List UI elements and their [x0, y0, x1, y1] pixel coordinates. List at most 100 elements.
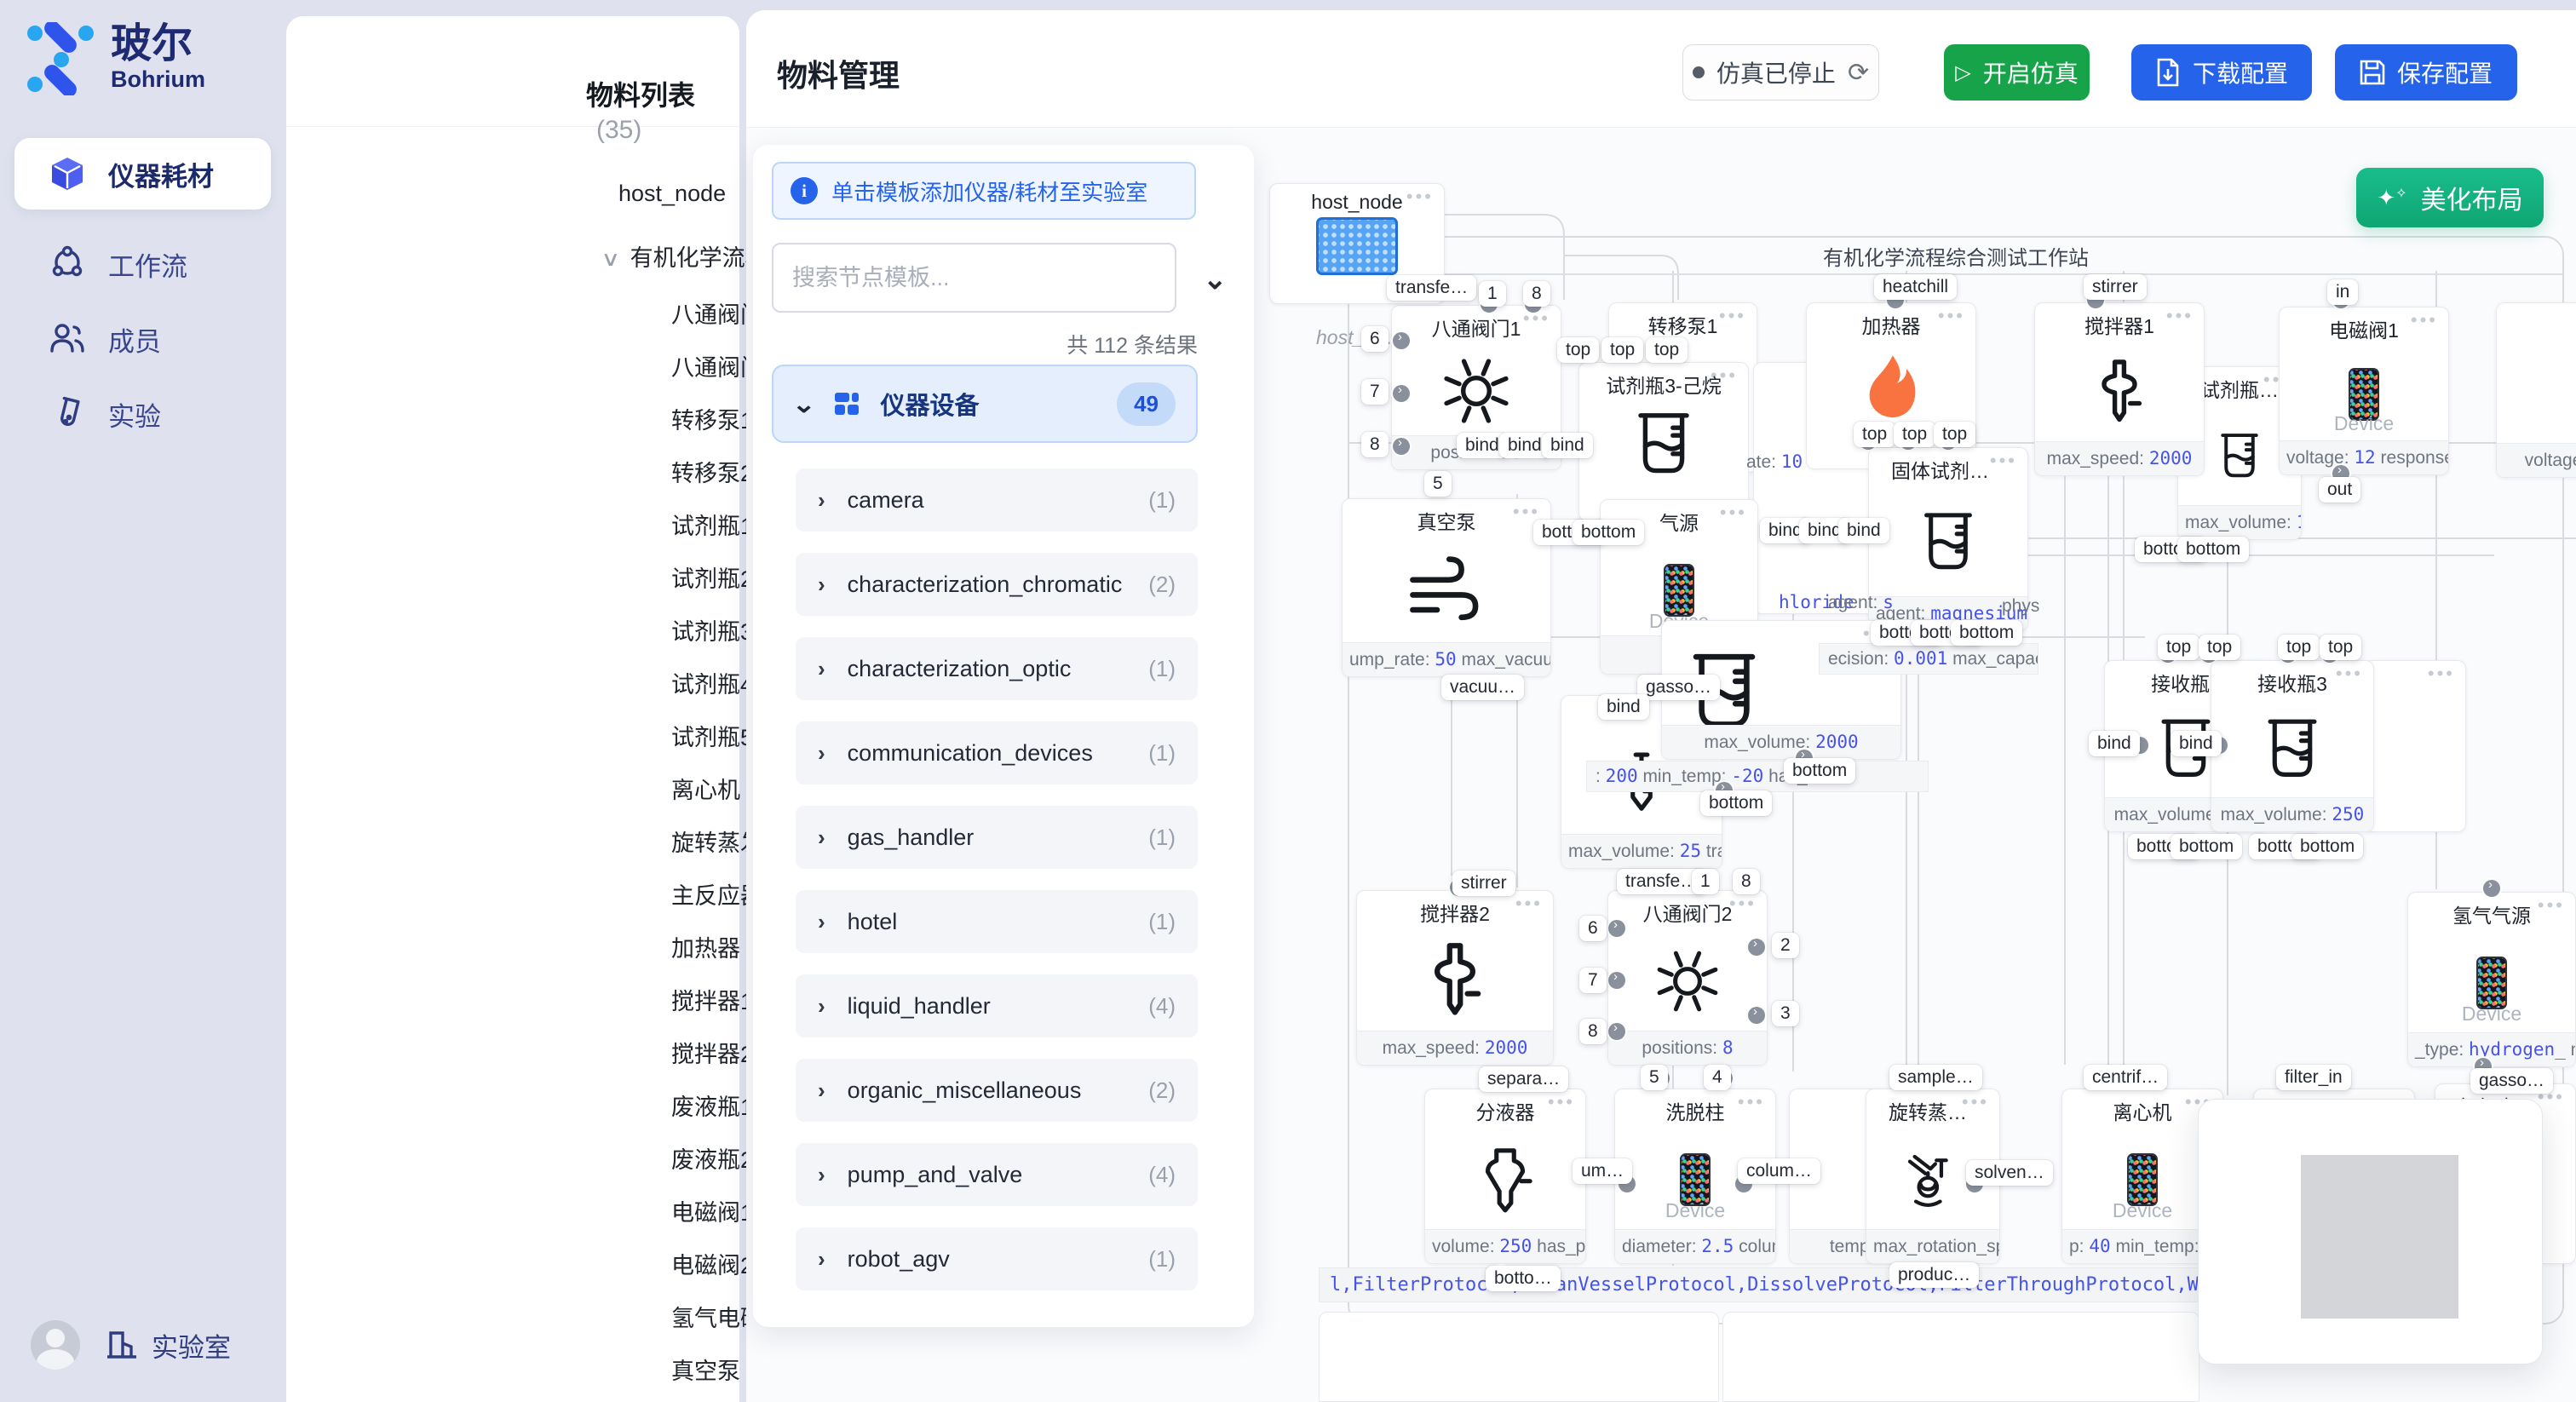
search-input[interactable]: [772, 243, 1176, 313]
sidebar-item-members[interactable]: 成员: [14, 303, 271, 375]
node-h2-gas-source[interactable]: •••氢气气源Device_type: hydrogen_ max_pre: [2407, 892, 2576, 1067]
sim-status-pill[interactable]: 仿真已停止 ⟳: [1682, 44, 1879, 101]
node-receiver-right[interactable]: •••: [2364, 660, 2466, 832]
chevron-down-icon[interactable]: ∨: [601, 247, 620, 272]
port-pill[interactable]: gasso…: [2470, 1068, 2553, 1094]
sidebar-item-experiments[interactable]: 实验: [14, 378, 271, 450]
node-receiver-3[interactable]: •••接收瓶3max_volume: 250: [2211, 660, 2374, 832]
port-pill[interactable]: 5: [1641, 1065, 1668, 1090]
port-pill[interactable]: top: [2158, 635, 2199, 660]
tree-root-host-node[interactable]: host_node: [618, 181, 726, 207]
port-handle-icon[interactable]: [1748, 939, 1765, 956]
partial-node-card[interactable]: [1319, 1312, 1719, 1402]
category-row-robot_agv[interactable]: › robot_agv (1): [796, 1227, 1198, 1290]
node-stirrer-2[interactable]: •••搅拌器2max_speed: 2000: [1356, 890, 1554, 1066]
device-group-header[interactable]: ⌄ 仪器设备 49: [772, 365, 1198, 443]
port-pill[interactable]: top: [1894, 422, 1935, 447]
port-pill[interactable]: top: [2320, 635, 2361, 660]
port-pill[interactable]: 2: [1772, 933, 1799, 958]
port-handle-icon[interactable]: [1393, 438, 1410, 455]
category-row-communication_devices[interactable]: › communication_devices (1): [796, 721, 1198, 784]
tree-item[interactable]: 离心机: [671, 772, 740, 805]
refresh-icon[interactable]: ⟳: [1848, 58, 1869, 88]
port-pill[interactable]: colum…: [1738, 1158, 1820, 1184]
port-pill[interactable]: 7: [1579, 968, 1607, 993]
port-pill[interactable]: bind: [1598, 694, 1649, 720]
port-pill[interactable]: bottom: [1784, 758, 1855, 784]
port-pill[interactable]: top: [1601, 337, 1643, 363]
category-row-liquid_handler[interactable]: › liquid_handler (4): [796, 974, 1198, 1037]
start-simulation-button[interactable]: ▷ 开启仿真: [1944, 44, 2090, 101]
port-pill[interactable]: bottom: [1573, 520, 1644, 545]
partial-node-card[interactable]: [1722, 1312, 2199, 1402]
port-pill[interactable]: filter_in: [2276, 1065, 2351, 1090]
category-row-characterization_chromatic[interactable]: › characterization_chromatic (2): [796, 553, 1198, 616]
sidebar-item-workflow[interactable]: 工作流: [14, 228, 271, 300]
port-pill[interactable]: 7: [1361, 379, 1389, 405]
port-pill[interactable]: bind: [2171, 731, 2222, 756]
tree-item[interactable]: 电磁阀2: [671, 1247, 753, 1280]
port-pill[interactable]: separa…: [1479, 1066, 1568, 1092]
port-pill[interactable]: 8: [1523, 281, 1550, 307]
port-pill[interactable]: top: [1646, 337, 1688, 363]
port-pill[interactable]: stirrer: [1452, 871, 1515, 896]
port-pill[interactable]: top: [1557, 337, 1599, 363]
port-handle-icon[interactable]: [1393, 332, 1410, 349]
port-pill[interactable]: 6: [1579, 916, 1607, 941]
port-pill[interactable]: transfe…: [1387, 275, 1476, 301]
port-pill[interactable]: top: [2199, 635, 2240, 660]
port-pill[interactable]: bind: [1542, 433, 1593, 458]
avatar[interactable]: [31, 1320, 80, 1370]
port-pill[interactable]: 8: [1579, 1019, 1607, 1044]
port-pill[interactable]: stirrer: [2084, 274, 2147, 300]
port-pill[interactable]: 3: [1772, 1001, 1799, 1026]
tree-item[interactable]: 真空泵: [671, 1353, 740, 1386]
port-pill[interactable]: botto…: [1486, 1266, 1561, 1291]
beautify-layout-button[interactable]: ✦✧ 美化布局: [2356, 168, 2544, 227]
port-pill[interactable]: bottom: [1700, 790, 1772, 816]
port-pill[interactable]: 1: [1479, 281, 1506, 307]
tree-item[interactable]: 电磁阀1: [671, 1194, 753, 1227]
port-pill[interactable]: 8: [1361, 432, 1389, 457]
tree-item[interactable]: 搅拌器2: [671, 1036, 753, 1069]
node-solenoid-2[interactable]: •••voltage: 12: [2496, 302, 2576, 478]
port-pill[interactable]: gasso…: [1637, 675, 1720, 700]
node-solenoid-1[interactable]: •••电磁阀1Devicevoltage: 12 response_time: …: [2279, 307, 2449, 475]
port-pill[interactable]: in: [2327, 279, 2358, 305]
port-pill[interactable]: 8: [1733, 869, 1760, 894]
port-pill[interactable]: produc…: [1889, 1262, 1979, 1288]
port-pill[interactable]: bottom: [2177, 537, 2249, 562]
port-pill[interactable]: 4: [1704, 1065, 1731, 1090]
tree-item[interactable]: 废液瓶2: [671, 1141, 753, 1175]
category-row-camera[interactable]: › camera (1): [796, 468, 1198, 531]
port-pill[interactable]: bind: [1838, 518, 1889, 543]
port-pill[interactable]: heatchill: [1874, 274, 1957, 300]
sidebar-item-instruments[interactable]: 仪器耗材: [14, 138, 271, 210]
sidebar-item-lab[interactable]: 实验室: [102, 1326, 231, 1365]
node-separator[interactable]: •••分液器volume: 250 has_phases: true: [1424, 1089, 1586, 1264]
port-handle-icon[interactable]: [2483, 880, 2500, 897]
port-pill[interactable]: bottom: [1951, 620, 2022, 646]
port-handle-icon[interactable]: [1748, 1007, 1765, 1024]
port-pill[interactable]: sample…: [1889, 1065, 1982, 1090]
node-reagent-3-hexane[interactable]: •••试剂瓶3-己烷: [1578, 362, 1749, 521]
port-pill[interactable]: bottom: [2171, 834, 2242, 859]
tree-item[interactable]: 搅拌器1: [671, 983, 753, 1016]
port-pill[interactable]: top: [2278, 635, 2320, 660]
more-icon[interactable]: •••: [2428, 663, 2455, 685]
port-pill[interactable]: 5: [1424, 471, 1452, 497]
port-pill[interactable]: bind: [2089, 731, 2140, 756]
category-row-pump_and_valve[interactable]: › pump_and_valve (4): [796, 1143, 1198, 1206]
port-pill[interactable]: 6: [1361, 326, 1389, 352]
port-pill[interactable]: top: [1854, 422, 1895, 447]
category-row-characterization_optic[interactable]: › characterization_optic (1): [796, 637, 1198, 700]
port-pill[interactable]: um…: [1573, 1158, 1632, 1184]
port-pill[interactable]: centrif…: [2084, 1065, 2167, 1090]
port-pill[interactable]: top: [1934, 422, 1975, 447]
tree-item[interactable]: 转移泵1: [671, 402, 753, 435]
port-pill[interactable]: 1: [1692, 869, 1719, 894]
category-row-organic_miscellaneous[interactable]: › organic_miscellaneous (2): [796, 1059, 1198, 1122]
port-pill[interactable]: vacuu…: [1441, 675, 1524, 700]
chevron-down-icon[interactable]: ⌄: [1203, 262, 1228, 296]
port-handle-icon[interactable]: [1608, 1023, 1625, 1040]
